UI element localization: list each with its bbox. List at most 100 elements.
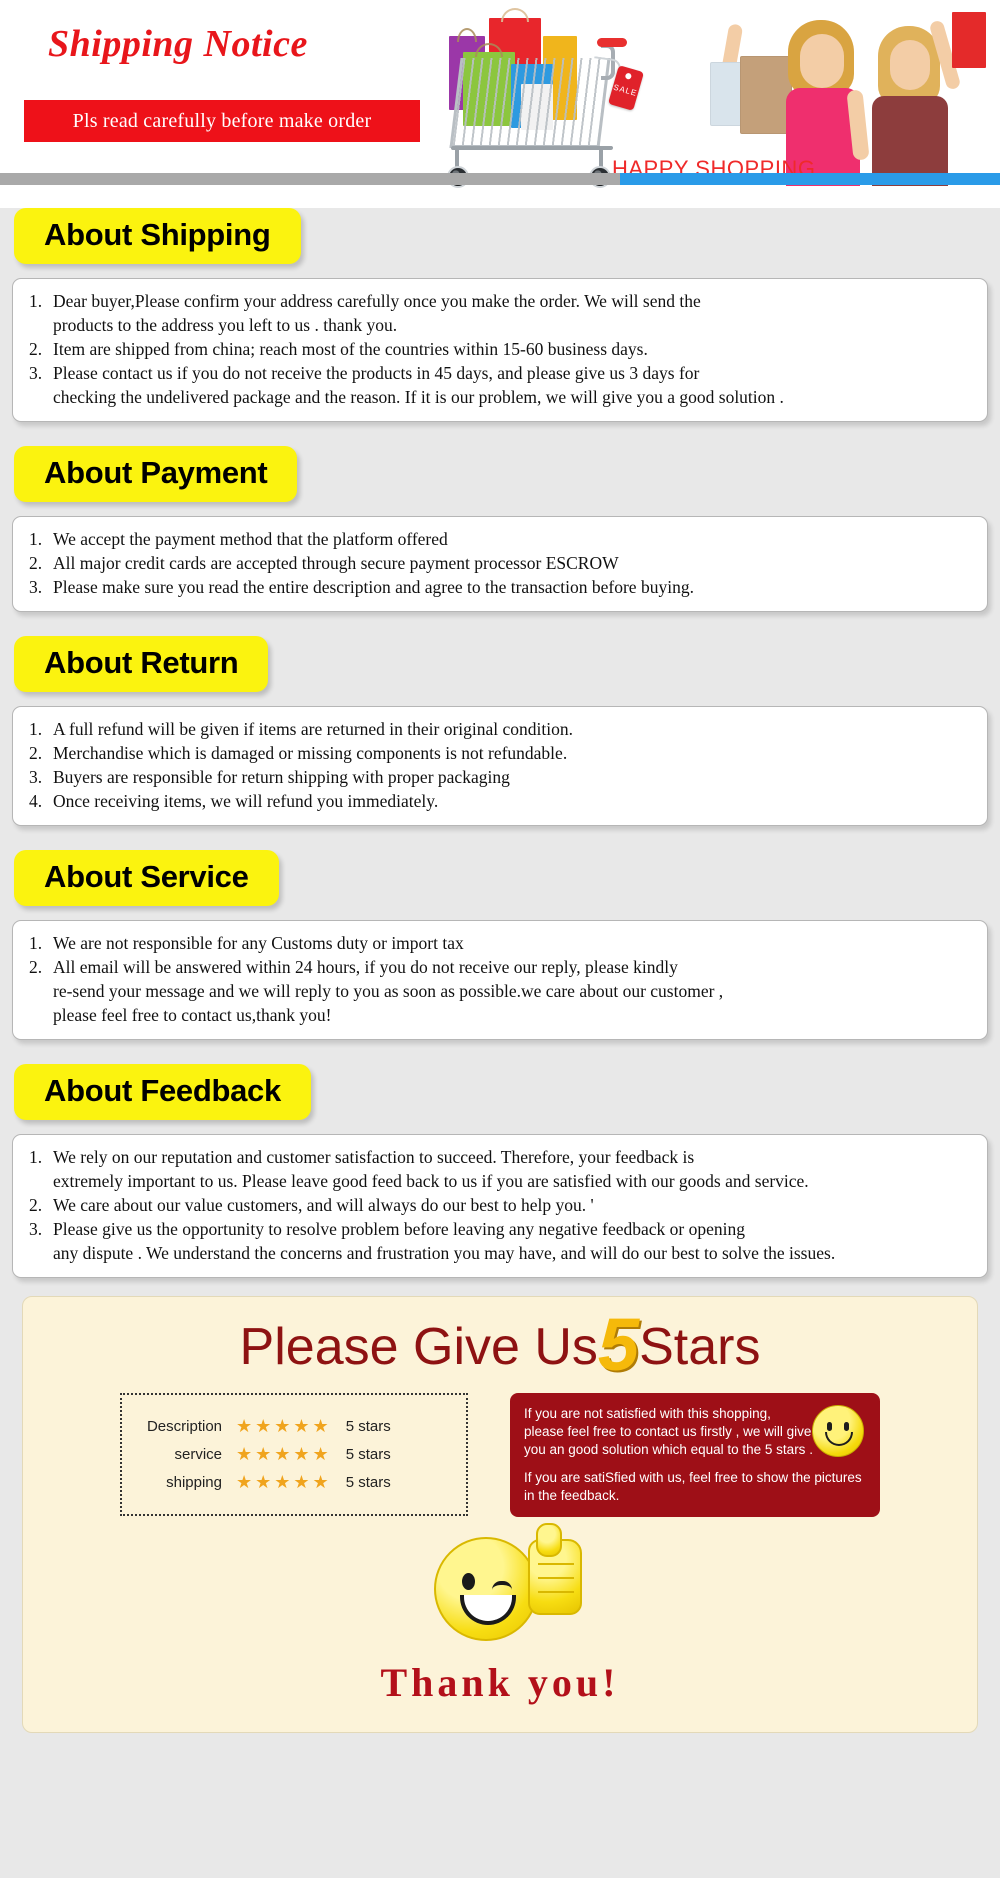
notice-banner-label: Pls read carefully before make order [72,110,372,132]
list-item-line: checking the undelivered package and the… [53,387,784,407]
section-tab-label: About Shipping [44,217,271,252]
list-item-line: Once receiving items, we will refund you… [53,791,439,811]
list-item: Dear buyer,Please confirm your address c… [29,289,971,337]
list-item-line: please feel free to contact us,thank you… [53,1005,332,1025]
list-item-line: Merchandise which is damaged or missing … [53,743,568,763]
rating-value: 5 stars [345,1446,391,1463]
section-tab-feedback: About Feedback [14,1064,311,1120]
list-item-line: Please make sure you read the entire des… [53,577,694,597]
rating-label: Description [146,1418,222,1435]
smiley-face-icon [812,1405,864,1457]
rating-value: 5 stars [345,1418,391,1435]
panel-about-service: We are not responsible for any Customs d… [12,920,988,1040]
shopper-one-face [800,34,844,88]
list-item: Merchandise which is damaged or missing … [29,741,971,765]
section-tab-label: About Service [44,859,249,894]
page-title: Shipping Notice [48,23,308,65]
list-item-line: A full refund will be given if items are… [53,719,574,739]
star-rating-icon: ★★★★★ [236,1472,332,1492]
list-item: All email will be answered within 24 hou… [29,955,971,1027]
shopper-two-face [890,40,930,90]
section-tab-return: About Return [14,636,269,692]
notice-banner: Pls read carefully before make order [24,100,420,142]
section-tab-service: About Service [14,850,279,906]
panel-about-return: A full refund will be given if items are… [12,706,988,826]
rating-value: 5 stars [345,1474,391,1491]
smiley-eye-left [827,1422,832,1431]
shopping-bag-kraft [740,56,792,134]
list-item-line: Please give us the opportunity to resolv… [53,1219,746,1239]
cart-basket [449,58,611,148]
list-item-line: Please contact us if you do not receive … [53,363,700,383]
thumbs-up-icon [528,1523,582,1615]
list-item: We rely on our reputation and customer s… [29,1145,971,1193]
give-us-five-stars-heading: Please Give Us5Stars [23,1308,977,1382]
header-divider-blue [620,173,1000,185]
list-item: Buyers are responsible for return shippi… [29,765,971,789]
list-item-line: products to the address you left to us .… [53,315,398,335]
satisfaction-note-box: If you are not satisfied with this shopp… [510,1393,880,1517]
thumbs-up-emoji-area [23,1523,977,1657]
satisfaction-note-unsatisfied: If you are not satisfied with this shopp… [524,1406,813,1457]
list-item-line: All major credit cards are accepted thro… [53,553,619,573]
rating-label: service [174,1446,222,1463]
list-item-line: We are not responsible for any Customs d… [53,933,464,953]
rating-label: shipping [166,1474,222,1491]
section-tab-shipping: About Shipping [14,208,301,264]
rating-line-description: Description ★★★★★ 5 stars [140,1416,448,1437]
list-item-line: All email will be answered within 24 hou… [53,957,678,977]
panel-about-shipping: Dear buyer,Please confirm your address c… [12,278,988,422]
bag-handle-red [501,8,529,22]
rating-breakdown-box: Description ★★★★★ 5 stars service ★★★★★ … [120,1393,468,1516]
list-item: A full refund will be given if items are… [29,717,971,741]
page-content: About Shipping Dear buyer,Please confirm… [0,208,1000,1737]
rating-line-service: service ★★★★★ 5 stars [140,1444,448,1465]
emoji-eye-open [462,1573,475,1590]
list-item: Once receiving items, we will refund you… [29,789,971,813]
list-item: Please make sure you read the entire des… [29,575,971,599]
heading-after-text: Stars [639,1318,761,1376]
smiley-eye-right [844,1422,849,1431]
list-item: We are not responsible for any Customs d… [29,931,971,955]
rating-line-shipping: shipping ★★★★★ 5 stars [140,1472,448,1493]
heading-five-number: 5 [597,1303,640,1386]
smiley-mouth [825,1432,853,1446]
thank-you-message: Thank you! [380,1660,620,1705]
heading-before-text: Please Give Us [239,1318,598,1376]
section-about-service: About Service We are not responsible for… [0,850,1000,1040]
section-tab-label: About Feedback [44,1073,281,1108]
section-about-return: About Return A full refund will be given… [0,636,1000,826]
section-about-feedback: About Feedback We rely on our reputation… [0,1064,1000,1278]
emoji-eye-wink [492,1581,512,1590]
list-item-line: Dear buyer,Please confirm your address c… [53,291,701,311]
section-tab-label: About Return [44,645,239,680]
section-about-payment: About Payment We accept the payment meth… [0,446,1000,612]
list-item-line: We care about our value customers, and w… [53,1195,594,1215]
list-item-line: Buyers are responsible for return shippi… [53,767,510,787]
emoji-smile-mouth [460,1595,516,1625]
list-item-line: any dispute . We understand the concerns… [53,1243,836,1263]
page-header: Shipping Notice Pls read carefully befor… [0,0,1000,208]
list-item: Please contact us if you do not receive … [29,361,971,409]
star-rating-icon: ★★★★★ [236,1444,332,1464]
shopping-bag-red-right [952,12,986,68]
list-item-line: We rely on our reputation and customer s… [53,1147,695,1167]
header-divider-gray [0,173,620,185]
list-item: We accept the payment method that the pl… [29,527,971,551]
list-item: We care about our value customers, and w… [29,1193,971,1217]
satisfaction-note-satisfied: If you are satiSfied with us, feel free … [524,1470,862,1503]
panel-about-payment: We accept the payment method that the pl… [12,516,988,612]
list-item-line: Item are shipped from china; reach most … [53,339,648,359]
list-item: Please give us the opportunity to resolv… [29,1217,971,1265]
section-tab-label: About Payment [44,455,268,490]
list-item-line: re-send your message and we will reply t… [53,981,724,1001]
panel-about-feedback: We rely on our reputation and customer s… [12,1134,988,1278]
section-tab-payment: About Payment [14,446,298,502]
list-item: All major credit cards are accepted thro… [29,551,971,575]
list-item-line: We accept the payment method that the pl… [53,529,448,549]
star-rating-icon: ★★★★★ [236,1416,332,1436]
list-item-line: extremely important to us. Please leave … [53,1171,809,1191]
rating-card: Please Give Us5Stars Description ★★★★★ 5… [22,1296,978,1733]
list-item: Item are shipped from china; reach most … [29,337,971,361]
winking-face-icon [434,1537,538,1641]
